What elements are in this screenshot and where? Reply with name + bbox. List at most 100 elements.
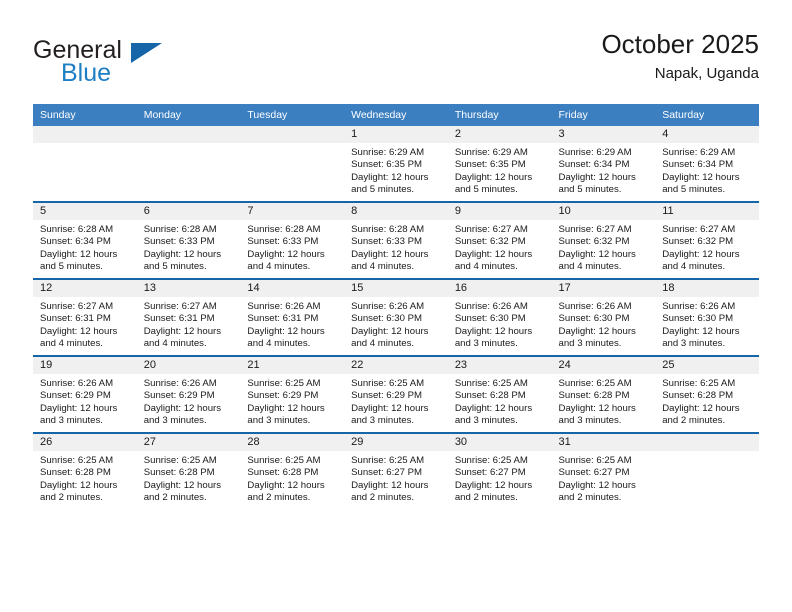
weekday-header-wednesday: Wednesday — [344, 104, 448, 126]
calendar-header-row: Sunday Monday Tuesday Wednesday Thursday Frid… — [33, 104, 759, 126]
sunrise-time: Sunrise: 6:26 AM — [558, 301, 632, 312]
sunrise-time: Sunrise: 6:27 AM — [662, 224, 736, 235]
calendar-day-cell[interactable]: 6 Sunrise: 6:28 AM Sunset: 6:33 PM Daylight… — [136, 201, 241, 279]
calendar-day-cell[interactable]: 1 Sunrise: 6:29 AM Sunset: 6:35 PM Daylight… — [344, 126, 448, 202]
daylight-duration-line2: and 3 minutes. — [247, 415, 311, 427]
day-details: Sunrise: 6:25 AM Sunset: 6:28 PM Daylight:… — [655, 374, 759, 428]
calendar-day-cell[interactable]: 4 Sunrise: 6:29 AM Sunset: 6:34 PM Daylight… — [655, 126, 759, 202]
day-number: 30 — [447, 434, 552, 451]
calendar-day-cell[interactable]: 20 Sunrise: 6:26 AM Sunset: 6:29 PM Dayligh… — [136, 355, 241, 433]
sunset-time: Sunset: 6:30 PM — [558, 313, 630, 325]
calendar-day-cell[interactable]: 11 Sunrise: 6:27 AM Sunset: 6:32 PM Dayligh… — [655, 201, 759, 279]
calendar-day-cell[interactable]: 2 Sunrise: 6:29 AM Sunset: 6:35 PM Daylight… — [447, 126, 552, 202]
calendar-day-cell[interactable]: 14 Sunrise: 6:26 AM Sunset: 6:31 PM Dayligh… — [240, 278, 345, 356]
calendar-day-cell[interactable]: 26 Sunrise: 6:25 AM Sunset: 6:28 PM Dayligh… — [33, 432, 137, 509]
day-details: Sunrise: 6:29 AM Sunset: 6:35 PM Daylight:… — [448, 143, 552, 197]
daylight-duration-line1: Daylight: 12 hours — [558, 479, 636, 491]
sunset-time: Sunset: 6:28 PM — [662, 390, 734, 402]
daylight-duration-line1: Daylight: 12 hours — [351, 402, 429, 414]
calendar-day-cell[interactable]: 23 Sunrise: 6:25 AM Sunset: 6:28 PM Dayligh… — [447, 355, 552, 433]
sunrise-time: Sunrise: 6:26 AM — [454, 301, 528, 312]
calendar-day-cell[interactable]: 16 Sunrise: 6:26 AM Sunset: 6:30 PM Dayligh… — [447, 278, 552, 356]
calendar-cell-empty — [136, 126, 241, 202]
day-details: Sunrise: 6:25 AM Sunset: 6:29 PM Daylight:… — [240, 374, 344, 428]
sunset-time: Sunset: 6:32 PM — [662, 236, 734, 248]
daylight-duration-line2: and 4 minutes. — [247, 338, 311, 350]
day-details: Sunrise: 6:26 AM Sunset: 6:29 PM Daylight:… — [137, 374, 241, 428]
sunset-time: Sunset: 6:32 PM — [454, 236, 526, 248]
calendar-day-cell[interactable]: 27 Sunrise: 6:25 AM Sunset: 6:28 PM Dayligh… — [136, 432, 241, 509]
daylight-duration-line2: and 5 minutes. — [558, 184, 622, 196]
calendar-day-cell[interactable]: 21 Sunrise: 6:25 AM Sunset: 6:29 PM Dayligh… — [240, 355, 345, 433]
sunrise-time: Sunrise: 6:25 AM — [247, 378, 321, 389]
calendar-day-cell[interactable]: 30 Sunrise: 6:25 AM Sunset: 6:27 PM Dayligh… — [447, 432, 552, 509]
day-details: Sunrise: 6:27 AM Sunset: 6:32 PM Daylight:… — [552, 220, 656, 274]
calendar-day-cell[interactable]: 19 Sunrise: 6:26 AM Sunset: 6:29 PM Dayligh… — [33, 355, 137, 433]
day-details: Sunrise: 6:28 AM Sunset: 6:33 PM Daylight:… — [137, 220, 241, 274]
calendar-day-cell[interactable]: 7 Sunrise: 6:28 AM Sunset: 6:33 PM Daylight… — [240, 201, 345, 279]
sunset-time: Sunset: 6:34 PM — [558, 159, 630, 171]
day-number: 8 — [344, 203, 448, 220]
daylight-duration-line2: and 3 minutes. — [558, 338, 622, 350]
calendar-day-cell[interactable]: 9 Sunrise: 6:27 AM Sunset: 6:32 PM Daylight… — [447, 201, 552, 279]
sunset-time: Sunset: 6:28 PM — [454, 390, 526, 402]
daylight-duration-line1: Daylight: 12 hours — [247, 402, 325, 414]
daylight-duration-line2: and 3 minutes. — [454, 415, 518, 427]
sunrise-time: Sunrise: 6:25 AM — [454, 378, 528, 389]
calendar-day-cell[interactable]: 29 Sunrise: 6:25 AM Sunset: 6:27 PM Dayligh… — [344, 432, 448, 509]
calendar-day-cell[interactable]: 18 Sunrise: 6:26 AM Sunset: 6:30 PM Dayligh… — [655, 278, 759, 356]
day-number: 18 — [655, 280, 759, 297]
day-number: 27 — [136, 434, 241, 451]
calendar-day-cell[interactable]: 3 Sunrise: 6:29 AM Sunset: 6:34 PM Daylight… — [551, 126, 656, 202]
sunset-time: Sunset: 6:33 PM — [247, 236, 319, 248]
day-number — [240, 126, 345, 143]
calendar-day-cell[interactable]: 5 Sunrise: 6:28 AM Sunset: 6:34 PM Daylight… — [33, 201, 137, 279]
calendar-day-cell[interactable]: 12 Sunrise: 6:27 AM Sunset: 6:31 PM Dayligh… — [33, 278, 137, 356]
daylight-duration-line2: and 2 minutes. — [662, 415, 726, 427]
day-number: 1 — [344, 126, 448, 143]
sunset-time: Sunset: 6:28 PM — [143, 467, 215, 479]
sunrise-time: Sunrise: 6:29 AM — [454, 147, 528, 158]
weekday-header-thursday: Thursday — [447, 104, 552, 126]
daylight-duration-line1: Daylight: 12 hours — [40, 248, 118, 260]
weekday-header-sunday: Sunday — [33, 104, 137, 126]
calendar-day-cell[interactable]: 22 Sunrise: 6:25 AM Sunset: 6:29 PM Dayligh… — [344, 355, 448, 433]
daylight-duration-line1: Daylight: 12 hours — [143, 479, 222, 491]
day-details: Sunrise: 6:28 AM Sunset: 6:34 PM Daylight:… — [33, 220, 137, 274]
daylight-duration-line1: Daylight: 12 hours — [143, 248, 222, 260]
daylight-duration-line1: Daylight: 12 hours — [662, 402, 740, 414]
day-details: Sunrise: 6:28 AM Sunset: 6:33 PM Daylight:… — [240, 220, 344, 274]
sunset-time: Sunset: 6:31 PM — [40, 313, 111, 325]
sunrise-time: Sunrise: 6:25 AM — [351, 455, 425, 466]
calendar-week-row: 5 Sunrise: 6:28 AM Sunset: 6:34 PM Daylight… — [33, 201, 759, 279]
sunset-time: Sunset: 6:30 PM — [454, 313, 526, 325]
daylight-duration-line1: Daylight: 12 hours — [351, 479, 429, 491]
day-details: Sunrise: 6:25 AM Sunset: 6:29 PM Daylight:… — [344, 374, 448, 428]
calendar-day-cell[interactable]: 25 Sunrise: 6:25 AM Sunset: 6:28 PM Dayligh… — [655, 355, 759, 433]
calendar-day-cell[interactable]: 31 Sunrise: 6:25 AM Sunset: 6:27 PM Dayligh… — [551, 432, 656, 509]
calendar-day-cell[interactable]: 15 Sunrise: 6:26 AM Sunset: 6:30 PM Dayligh… — [344, 278, 448, 356]
calendar-day-cell[interactable]: 28 Sunrise: 6:25 AM Sunset: 6:28 PM Dayligh… — [240, 432, 345, 509]
day-number: 4 — [655, 126, 759, 143]
day-number: 19 — [33, 357, 137, 374]
calendar-day-cell[interactable]: 24 Sunrise: 6:25 AM Sunset: 6:28 PM Dayligh… — [551, 355, 656, 433]
sunrise-time: Sunrise: 6:28 AM — [351, 224, 425, 235]
daylight-duration-line2: and 2 minutes. — [143, 492, 207, 504]
sunset-time: Sunset: 6:29 PM — [351, 390, 423, 402]
calendar-day-cell[interactable]: 10 Sunrise: 6:27 AM Sunset: 6:32 PM Dayligh… — [551, 201, 656, 279]
daylight-duration-line2: and 3 minutes. — [351, 415, 415, 427]
weekday-header-saturday: Saturday — [655, 104, 759, 126]
day-details: Sunrise: 6:26 AM Sunset: 6:31 PM Daylight:… — [240, 297, 344, 351]
calendar-day-cell[interactable]: 17 Sunrise: 6:26 AM Sunset: 6:30 PM Dayligh… — [551, 278, 656, 356]
daylight-duration-line1: Daylight: 12 hours — [454, 171, 533, 183]
day-details: Sunrise: 6:25 AM Sunset: 6:28 PM Daylight:… — [240, 451, 344, 505]
calendar-day-cell[interactable]: 13 Sunrise: 6:27 AM Sunset: 6:31 PM Dayligh… — [136, 278, 241, 356]
daylight-duration-line2: and 4 minutes. — [558, 261, 622, 273]
sunrise-time: Sunrise: 6:25 AM — [247, 455, 321, 466]
day-number: 29 — [344, 434, 448, 451]
day-number — [655, 434, 759, 451]
sunrise-time: Sunrise: 6:25 AM — [454, 455, 528, 466]
sunset-time: Sunset: 6:29 PM — [40, 390, 111, 402]
general-blue-logo[interactable]: General Blue — [33, 36, 233, 90]
calendar-day-cell[interactable]: 8 Sunrise: 6:28 AM Sunset: 6:33 PM Daylight… — [344, 201, 448, 279]
